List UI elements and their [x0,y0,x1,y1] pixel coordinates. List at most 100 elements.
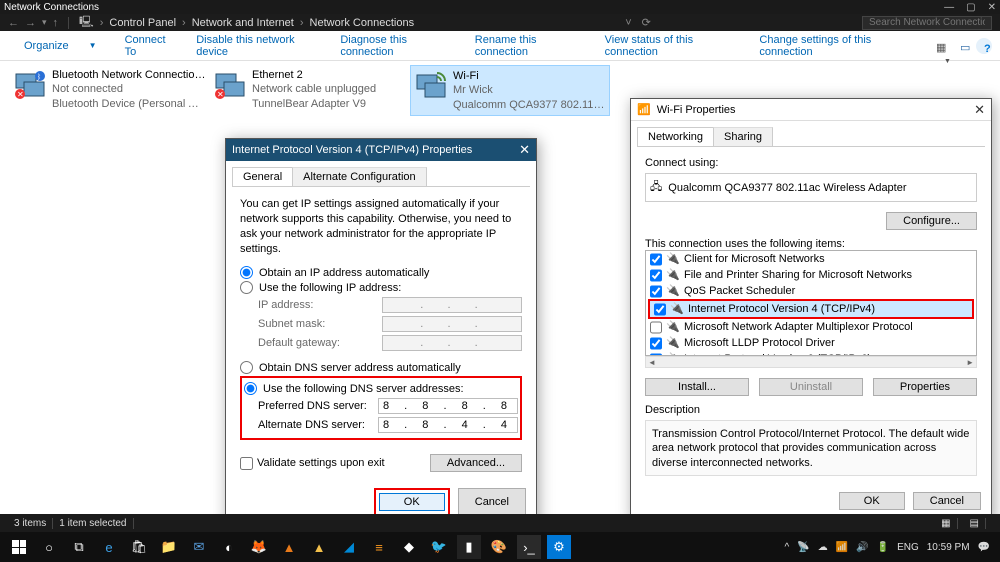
connection-ethernet[interactable]: ✕ Ethernet 2 Network cable unplugged Tun… [210,65,410,116]
radio-ip-manual[interactable] [240,281,253,294]
tray-onedrive-icon[interactable]: ☁ [818,542,828,553]
properties-button[interactable]: Properties [873,378,977,396]
tab-general[interactable]: General [232,167,293,186]
connection-name: Bluetooth Network Connection 2 [52,68,206,82]
tray-notifications-icon[interactable]: 💬 [978,542,990,553]
control-panel-icon[interactable]: ⚙ [547,535,571,559]
list-item[interactable]: 🔌Client for Microsoft Networks [646,251,976,267]
cancel-button[interactable]: Cancel [913,492,981,510]
app-icon[interactable]: 🐦 [427,535,451,559]
svg-text:ᛒ: ᛒ [37,73,41,81]
status-selected: 1 item selected [53,518,133,529]
forward-icon[interactable]: → [25,17,36,29]
dialog-titlebar: 📶Wi-Fi Properties ✕ [631,99,991,121]
close-icon[interactable]: ✕ [988,2,996,13]
list-item[interactable]: 🔌File and Printer Sharing for Microsoft … [646,267,976,283]
connection-device: TunnelBear Adapter V9 [252,97,376,111]
maximize-icon[interactable]: ▢ [966,2,975,13]
app-icon[interactable]: ◆ [397,535,421,559]
start-button[interactable] [7,535,31,559]
azure-icon[interactable]: ◢ [337,535,361,559]
back-icon[interactable]: ← [8,17,19,29]
radio-dns-manual[interactable] [244,382,257,395]
vlc-icon[interactable]: ▲ [277,535,301,559]
alternate-dns-field[interactable] [378,417,518,433]
tray-clock[interactable]: 10:59 PM [927,542,970,553]
ok-button[interactable]: OK [379,493,445,511]
list-item[interactable]: 🔌QoS Packet Scheduler [646,283,976,299]
wifi-properties-dialog: 📶Wi-Fi Properties ✕ Networking Sharing C… [630,98,992,521]
preferred-dns-field[interactable] [378,398,518,414]
help-icon[interactable]: ? [976,38,992,54]
ok-highlight-box: OK [374,488,450,516]
rename-cmd[interactable]: Rename this connection [467,31,593,61]
preview-icon[interactable]: ▭ [952,38,968,54]
refresh-icon[interactable]: ⟳ [642,16,651,29]
diagnose-cmd[interactable]: Diagnose this connection [332,31,462,61]
advanced-button[interactable]: Advanced... [430,454,522,472]
cancel-button[interactable]: Cancel [458,488,526,516]
explorer-icon[interactable]: 📁 [157,535,181,559]
close-icon[interactable]: ✕ [974,102,985,118]
gateway-field [382,335,522,351]
connection-wifi[interactable]: Wi-Fi Mr Wick Qualcomm QCA9377 802.11ac … [410,65,610,116]
cmd-icon[interactable]: ▮ [457,535,481,559]
chrome-icon[interactable]: ◐ [217,535,241,559]
adapter-name: Qualcomm QCA9377 802.11ac Wireless Adapt… [668,182,906,194]
list-item[interactable]: 🔌Microsoft Network Adapter Multiplexor P… [646,319,976,335]
connect-to-cmd[interactable]: Connect To [117,31,185,61]
connection-name: Wi-Fi [453,69,605,83]
breadcrumb-1[interactable]: Control Panel [109,17,176,29]
search-input[interactable] [862,16,992,30]
recent-icon[interactable]: ▾ [42,17,47,28]
tray-up-icon[interactable]: ^ [785,542,790,553]
up-icon[interactable]: ↑ [53,17,59,29]
radio-ip-auto[interactable] [240,266,253,279]
radio-dns-auto[interactable] [240,361,253,374]
components-list[interactable]: 🔌Client for Microsoft Networks 🔌File and… [645,250,977,356]
list-item[interactable]: 🔌Microsoft LLDP Protocol Driver [646,335,976,351]
validate-checkbox[interactable] [240,457,253,470]
breadcrumb-3[interactable]: Network Connections [310,17,415,29]
tray-lang[interactable]: ENG [897,542,919,553]
organize-menu[interactable]: Organize▼ [8,34,113,58]
edge-icon[interactable]: e [97,535,121,559]
list-item-selected[interactable]: 🔌Internet Protocol Version 4 (TCP/IPv4) [650,301,972,317]
breadcrumb-2[interactable]: Network and Internet [192,17,294,29]
mail-icon[interactable]: ✉ [187,535,211,559]
install-button[interactable]: Install... [645,378,749,396]
paint-icon[interactable]: 🎨 [487,535,511,559]
drop-icon[interactable]: ˅ [625,17,631,29]
ip-address-field [382,297,522,313]
sublime-icon[interactable]: ≡ [367,535,391,559]
change-settings-cmd[interactable]: Change settings of this connection [751,31,924,61]
view-details-icon[interactable]: ▦ [935,518,957,529]
cortana-button[interactable]: ○ [37,535,61,559]
tab-alternate[interactable]: Alternate Configuration [292,167,427,186]
view-icon[interactable]: ▦ ▼ [928,38,944,54]
view-tiles-icon[interactable]: ▤ [964,518,986,529]
app-icon[interactable]: ▲ [307,535,331,559]
tab-networking[interactable]: Networking [637,127,714,146]
connection-bluetooth[interactable]: ✕ᛒ Bluetooth Network Connection 2 Not co… [10,65,210,116]
tab-sharing[interactable]: Sharing [713,127,773,146]
view-status-cmd[interactable]: View status of this connection [597,31,748,61]
tray-battery-icon[interactable]: 🔋 [877,542,889,553]
configure-button[interactable]: Configure... [886,212,977,230]
status-items: 3 items [8,518,53,529]
adapter-icon: 🖧 [650,178,662,197]
disable-cmd[interactable]: Disable this network device [188,31,328,61]
horizontal-scrollbar[interactable]: ◄► [645,356,977,368]
store-icon[interactable]: 🛍 [127,535,151,559]
firefox-icon[interactable]: 🦊 [247,535,271,559]
ok-button[interactable]: OK [839,492,905,510]
tray-wifi-icon[interactable]: 📶 [836,542,848,553]
taskview-button[interactable]: ⧉ [67,535,91,559]
uninstall-button: Uninstall [759,378,863,396]
close-icon[interactable]: ✕ [519,142,530,158]
taskbar: ○ ⧉ e 🛍 📁 ✉ ◐ 🦊 ▲ ▲ ◢ ≡ ◆ 🐦 ▮ 🎨 ›_ ⚙ ^ 📡… [0,532,1000,562]
minimize-icon[interactable]: — [944,2,954,13]
tray-network-icon[interactable]: 📡 [797,542,809,553]
tray-volume-icon[interactable]: 🔊 [856,542,868,553]
terminal-icon[interactable]: ›_ [517,535,541,559]
